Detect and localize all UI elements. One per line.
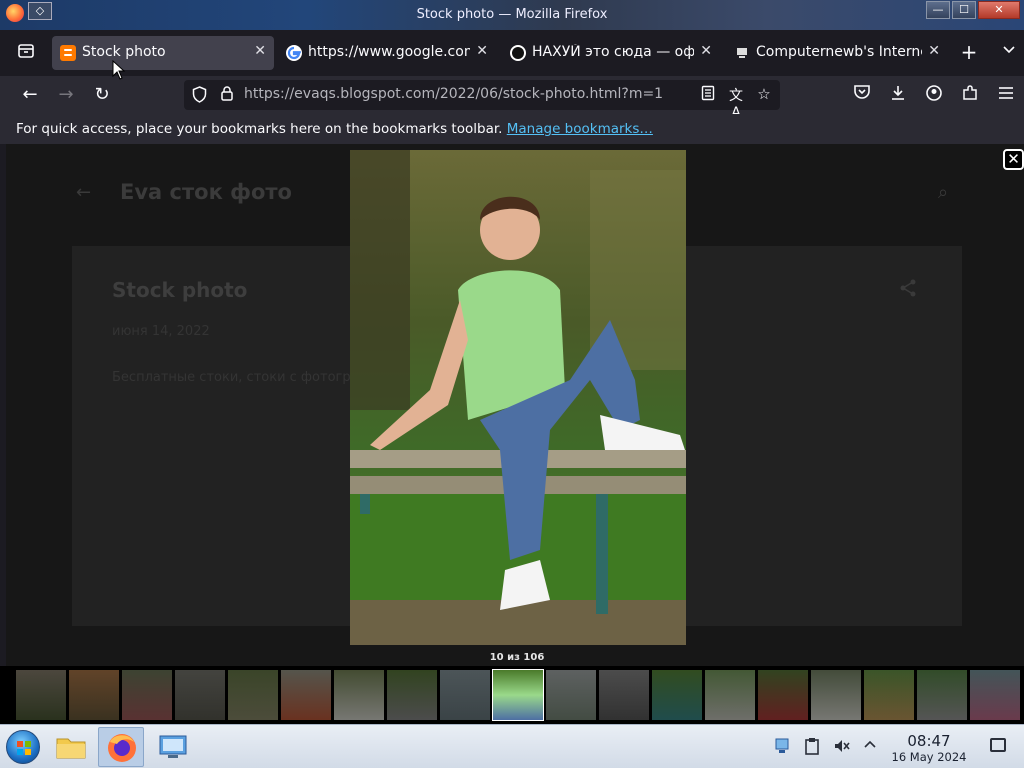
minimize-button[interactable]: — — [926, 1, 950, 19]
manage-bookmarks-link[interactable]: Manage bookmarks… — [507, 121, 653, 137]
thumbnail-9[interactable] — [440, 670, 490, 720]
bookmarks-message: For quick access, place your bookmarks h… — [16, 121, 653, 137]
thumbnail-12[interactable] — [599, 670, 649, 720]
back-arrow-icon: ← — [76, 182, 92, 203]
taskbar: 08:47 16 May 2024 — [0, 724, 1024, 768]
thumbnail-15[interactable] — [758, 670, 808, 720]
github-icon — [510, 45, 526, 61]
lightbox-photo — [350, 150, 686, 645]
thumbnail-3[interactable] — [122, 670, 172, 720]
thumbnail-4[interactable] — [175, 670, 225, 720]
reader-view-icon[interactable] — [698, 85, 718, 105]
bookmarks-message-text: For quick access, place your bookmarks h… — [16, 121, 503, 137]
screen: ◇ Stock photo — Mozilla Firefox — ☐ ✕ St… — [0, 0, 1024, 768]
url-host: https://evaqs.blogspot.com — [244, 86, 436, 102]
firefox-view-icon[interactable] — [12, 42, 40, 64]
thumbnail-7[interactable] — [334, 670, 384, 720]
downloads-icon[interactable] — [886, 84, 910, 106]
thumbnail-11[interactable] — [546, 670, 596, 720]
maximize-button[interactable]: ☐ — [952, 1, 976, 19]
pocket-icon[interactable] — [850, 84, 874, 106]
tab-github[interactable]: НАХУЙ это сюда — офи ✕ — [502, 36, 720, 70]
close-window-button[interactable]: ✕ — [978, 1, 1020, 19]
window-title: Stock photo — Mozilla Firefox — [416, 7, 608, 22]
lightbox-counter: 10 из 106 — [489, 652, 545, 663]
thumbnail-14[interactable] — [705, 670, 755, 720]
url-path: /2022/06/stock-photo.html?m=1 — [435, 86, 664, 102]
thumbnail-8[interactable] — [387, 670, 437, 720]
thumbnail-6[interactable] — [281, 670, 331, 720]
hamburger-menu-icon[interactable] — [994, 84, 1018, 106]
share-icon — [898, 278, 918, 303]
computernewb-icon — [734, 45, 750, 61]
bookmark-star-icon[interactable]: ☆ — [754, 85, 774, 103]
firefox-taskbar-icon[interactable] — [98, 727, 144, 767]
clipboard-icon[interactable] — [802, 737, 822, 757]
back-arrow-icon[interactable]: ← — [18, 84, 42, 106]
tab-close-icon[interactable]: ✕ — [254, 43, 266, 59]
thumbnail-2[interactable] — [69, 670, 119, 720]
tray-expand-chevron-icon[interactable] — [860, 737, 880, 757]
url-text[interactable]: https://evaqs.blogspot.com/2022/06/stock… — [244, 86, 663, 102]
bookmarks-toolbar: For quick access, place your bookmarks h… — [0, 114, 1024, 144]
navigation-toolbar: ← → ↻ https://evaqs.blogspot.com/2022/06… — [0, 76, 1024, 121]
thumbnail-16[interactable] — [811, 670, 861, 720]
clock-time: 08:47 — [907, 732, 951, 750]
tab-label: НАХУЙ это сюда — офи — [532, 44, 694, 60]
tab-close-icon[interactable]: ✕ — [476, 43, 488, 59]
new-tab-button[interactable]: + — [958, 42, 980, 64]
post-date: июня 14, 2022 — [112, 324, 210, 339]
clock[interactable]: 08:47 16 May 2024 — [886, 732, 972, 764]
tab-computernewb[interactable]: Computernewb's Internet ✕ — [726, 36, 948, 70]
lightbox-close-button[interactable]: ✕ — [1003, 149, 1024, 170]
search-icon: ⌕ — [938, 182, 949, 203]
google-icon — [286, 45, 302, 61]
forward-arrow-icon[interactable]: → — [54, 84, 78, 106]
thumbnail-13[interactable] — [652, 670, 702, 720]
network-icon[interactable] — [772, 737, 792, 757]
list-all-tabs-button[interactable] — [998, 42, 1020, 64]
tab-strip: Stock photo ✕ https://www.google.com/ ✕ … — [0, 30, 1024, 76]
tracking-protection-shield-icon[interactable] — [192, 86, 207, 107]
post-body: Бесплатные стоки, стоки с фотогр — [112, 370, 351, 385]
tab-label: Computernewb's Internet — [756, 44, 922, 60]
tab-label: https://www.google.com/ — [308, 44, 470, 60]
reload-icon[interactable]: ↻ — [90, 84, 114, 106]
tab-close-icon[interactable]: ✕ — [928, 43, 940, 59]
show-desktop-button[interactable] — [990, 738, 1006, 752]
blog-title: Eva сток фото — [120, 180, 292, 204]
lock-icon[interactable] — [220, 85, 234, 106]
thumbnail-5[interactable] — [228, 670, 278, 720]
file-explorer-icon[interactable] — [48, 727, 94, 767]
thumbnail-19[interactable] — [970, 670, 1020, 720]
clock-date: 16 May 2024 — [891, 750, 967, 764]
tab-close-icon[interactable]: ✕ — [700, 43, 712, 59]
mouse-cursor-icon — [112, 59, 126, 84]
thumbnail-10-current[interactable] — [492, 669, 544, 721]
tab-google[interactable]: https://www.google.com/ ✕ — [278, 36, 496, 70]
post-title: Stock photo — [112, 278, 248, 302]
tab-stock-photo[interactable]: Stock photo ✕ — [52, 36, 274, 70]
tab-label: Stock photo — [82, 44, 166, 60]
volume-muted-icon[interactable] — [832, 737, 852, 757]
start-menu-button[interactable] — [6, 730, 40, 764]
extensions-icon[interactable] — [958, 84, 982, 106]
thumbnail-17[interactable] — [864, 670, 914, 720]
thumbnail-18[interactable] — [917, 670, 967, 720]
blogger-icon — [60, 45, 76, 61]
thumbnail-1[interactable] — [16, 670, 66, 720]
control-panel-icon[interactable] — [150, 727, 196, 767]
url-bar[interactable]: https://evaqs.blogspot.com/2022/06/stock… — [184, 80, 780, 121]
window-titlebar: ◇ Stock photo — Mozilla Firefox — ☐ ✕ — [0, 0, 1024, 30]
account-icon[interactable] — [922, 84, 946, 106]
